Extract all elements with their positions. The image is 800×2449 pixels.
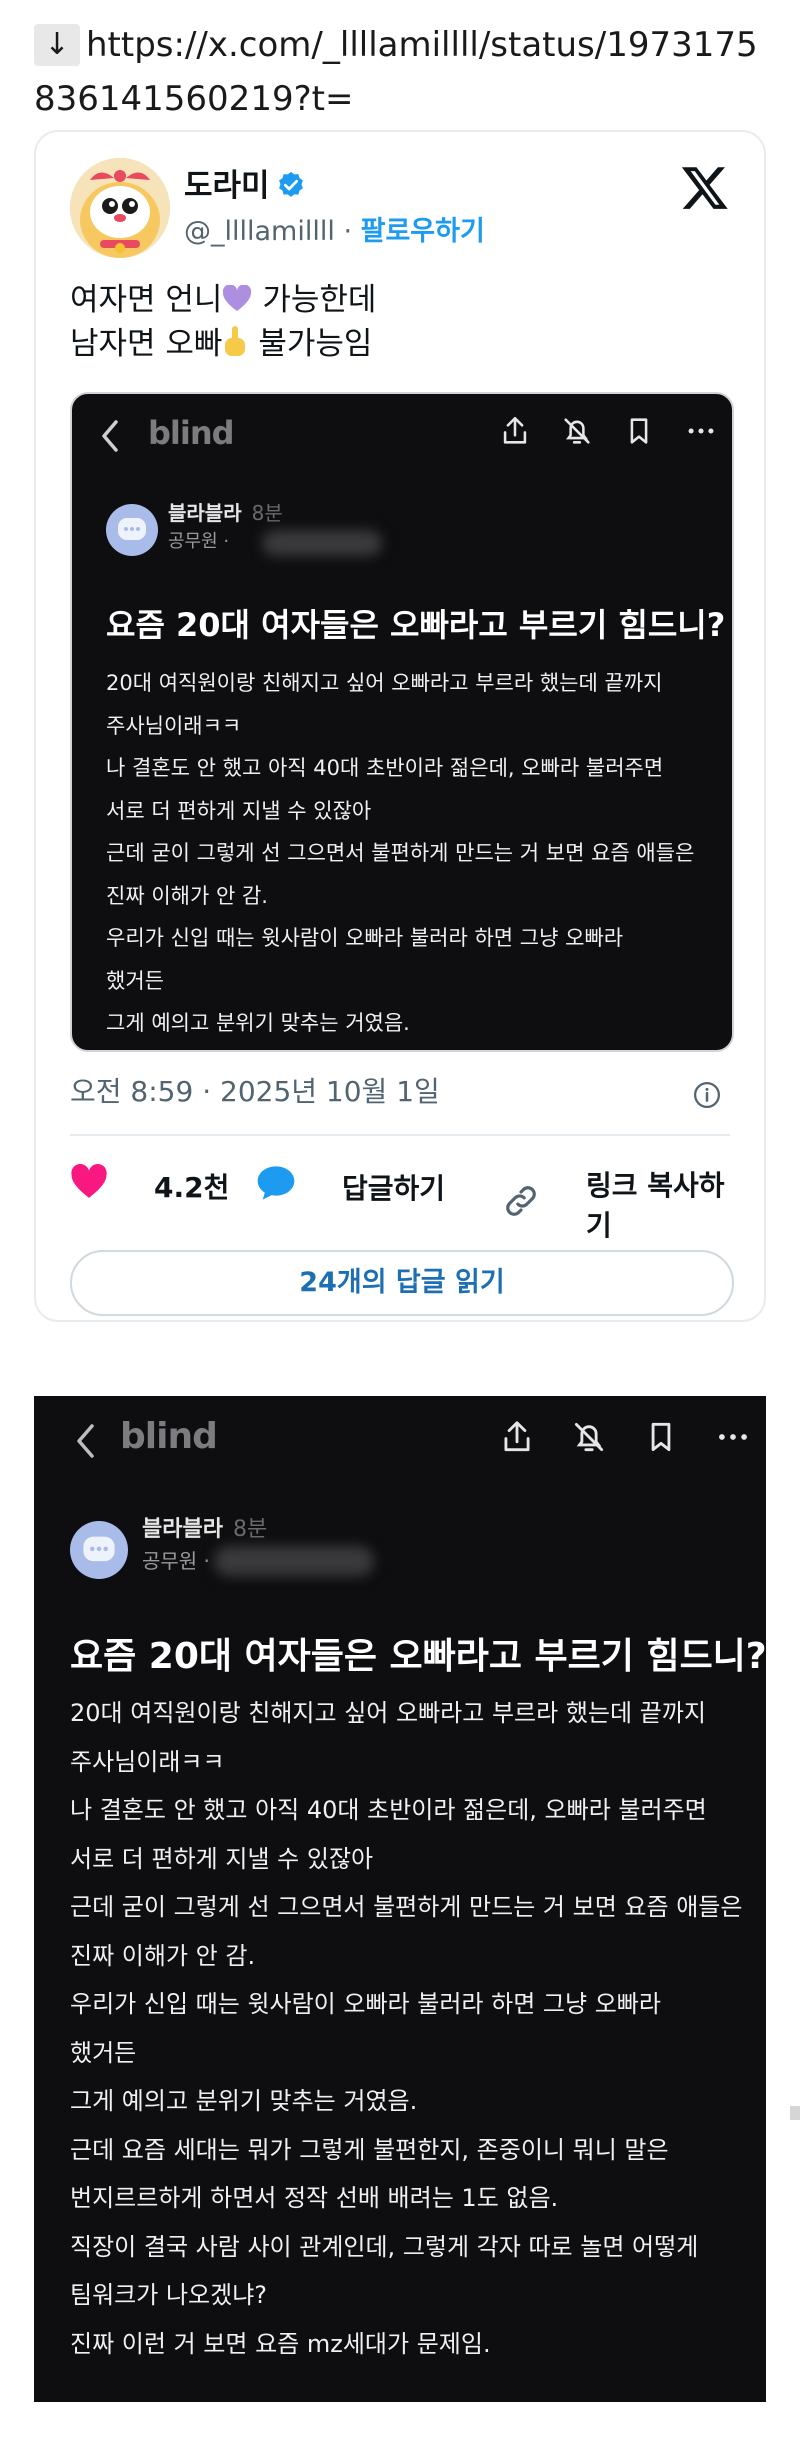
info-icon[interactable] xyxy=(692,1080,722,1110)
blind-toolbar xyxy=(470,414,718,448)
blind-screenshot[interactable]: blind 블라블라 8분 공무원 · 요즘 20대 여자들은 오빠라고 부르기 … xyxy=(34,1396,766,2402)
author-handle-row: @_llllamillll · 팔로우하기 xyxy=(184,214,485,250)
blind-post-line: 진짜 이런 거 보면 요즘 mz세대가 문제임. xyxy=(70,2329,491,2358)
blind-logo: blind xyxy=(148,414,235,452)
blind-post-time: 8분 xyxy=(251,501,283,525)
tweet-text-segment: 불가능임 xyxy=(248,326,373,362)
reply-button[interactable]: 답글하기 xyxy=(256,1164,445,1209)
url-line: ↓ https://x.com/_llllamillll/status/19731… xyxy=(34,18,774,126)
blind-post-line: 나 결혼도 안 했고 아직 40대 초반이라 젊은데, 오빠라 불러주면 xyxy=(70,1796,707,1824)
blind-post-time: 8분 xyxy=(232,1517,268,1542)
blind-post-line: 서로 더 편하게 지낼 수 있잖아 xyxy=(106,798,372,823)
handle-separator: · xyxy=(334,216,361,247)
blind-post-line: 그게 예의고 분위기 맞추는 거였음. xyxy=(106,1011,410,1035)
tweet-text-line-2: 남자면 오빠 불가능임 xyxy=(70,322,376,366)
blind-author: 블라블라 8분 xyxy=(142,1516,267,1544)
blind-post-line: 근데 굳이 그렇게 선 그으면서 불편하게 만드는 거 보면 요즘 애들은 xyxy=(106,841,695,865)
scroll-marker xyxy=(790,2106,800,2120)
blind-post-line: 20대 여직원이랑 친해지고 싶어 오빠라고 부르라 했는데 끝까지 xyxy=(70,1699,706,1727)
blind-post-title: 요즘 20대 여자들은 오빠라고 부르기 힘드니? xyxy=(106,606,726,644)
bell-off-icon xyxy=(570,1418,608,1456)
middle-finger-icon xyxy=(222,325,248,359)
copy-link-button[interactable]: 링크 복사하기 xyxy=(502,1164,734,1244)
tweet-actions: 4.2천 답글하기 링크 복사하기 xyxy=(70,1163,734,1242)
tweet-text-segment: 남자면 오빠 xyxy=(70,326,223,362)
blind-post-line: 주사님이래ㅋㅋ xyxy=(70,1747,225,1776)
tweet-text-segment: 여자면 언니 xyxy=(70,282,223,318)
blind-post-line: 나 결혼도 안 했고 아직 40대 초반이라 젊은데, 오빠라 불러주면 xyxy=(106,756,664,780)
blind-avatar xyxy=(106,504,158,556)
like-button[interactable]: 4.2천 xyxy=(70,1163,230,1207)
purple-heart-icon xyxy=(222,281,252,311)
divider xyxy=(70,1134,730,1136)
blind-post-line: 우리가 신입 때는 윗사람이 오빠라 불러라 하면 그냥 오빠라 xyxy=(70,1990,661,2018)
tweet-timestamp[interactable]: 오전 8:59 · 2025년 10월 1일 xyxy=(70,1072,440,1112)
blind-post-line: 했거든 xyxy=(70,2038,137,2067)
speech-bubble-icon xyxy=(256,1164,320,1209)
share-icon xyxy=(498,414,532,448)
blind-post-line: 주사님이래ㅋㅋ xyxy=(106,713,242,738)
tweet-text-segment: 가능한데 xyxy=(252,282,377,318)
more-icon xyxy=(714,1418,752,1456)
blind-post-line: 했거든 xyxy=(106,968,164,993)
back-icon xyxy=(72,1420,98,1462)
blind-post-line: 20대 여직원이랑 친해지고 싶어 오빠라고 부르라 했는데 끝까지 xyxy=(106,671,663,695)
verified-badge-icon xyxy=(276,170,306,210)
like-count: 4.2천 xyxy=(154,1170,230,1204)
back-icon xyxy=(98,416,122,456)
blind-post-line: 서로 더 편하게 지낼 수 있잖아 xyxy=(70,1844,374,1873)
avatar[interactable] xyxy=(70,158,170,258)
bookmark-icon xyxy=(622,414,656,448)
heart-icon xyxy=(70,1163,132,1207)
copy-link-label: 링크 복사하기 xyxy=(586,1169,725,1242)
blind-post-line: 팀워크가 나오겠냐? xyxy=(70,2281,268,2309)
blind-avatar xyxy=(70,1521,128,1579)
tweet-card: 도라미 @_llllamillll · 팔로우하기 여자면 언니 가능한데 남자… xyxy=(34,130,766,1322)
blind-post-line: 근데 굳이 그렇게 선 그으면서 불편하게 만드는 거 보면 요즘 애들은 xyxy=(70,1893,743,1921)
blind-author-name: 블라블라 xyxy=(168,501,242,525)
x-logo-icon[interactable] xyxy=(680,162,730,212)
embedded-blind-screenshot[interactable]: blind 블라블라 8분 공무원 · 요즘 20대 여자들은 오빠라고 부르기 … xyxy=(70,392,734,1052)
blind-post-title: 요즘 20대 여자들은 오빠라고 부르기 힘드니? xyxy=(70,1636,766,1677)
read-replies-button[interactable]: 24개의 답글 읽기 xyxy=(70,1250,734,1316)
bookmark-icon xyxy=(642,1418,680,1456)
arrow-down-icon: ↓ xyxy=(34,24,80,66)
author-name[interactable]: 도라미 xyxy=(184,166,306,210)
blind-post-line: 진짜 이해가 안 감. xyxy=(106,883,268,908)
blind-post-line: 직장이 결국 사람 사이 관계인데, 그렇게 각자 따로 놀면 어떻게 xyxy=(70,2232,699,2261)
tweet-url[interactable]: https://x.com/_llllamillll/status/197317… xyxy=(34,25,758,119)
blind-author: 블라블라 8분 xyxy=(168,500,283,526)
share-icon xyxy=(498,1418,536,1456)
blind-toolbar xyxy=(464,1418,752,1456)
blind-company: 공무원 · xyxy=(142,1549,210,1573)
tweet-text-line-1: 여자면 언니 가능한데 xyxy=(70,278,376,322)
blind-post-line: 진짜 이해가 안 감. xyxy=(70,1941,256,1970)
more-icon xyxy=(684,414,718,448)
blind-company: 공무원 · xyxy=(168,531,230,552)
author-name-text: 도라미 xyxy=(184,168,270,204)
tweet-text: 여자면 언니 가능한데 남자면 오빠 불가능임 xyxy=(70,278,376,366)
blind-post-line: 번지르르하게 하면서 정작 선배 배려는 1도 없음. xyxy=(70,2184,559,2212)
blurred-text xyxy=(214,1546,374,1576)
link-icon xyxy=(502,1182,564,1227)
blind-post-line: 그게 예의고 분위기 맞추는 거였음. xyxy=(70,2087,418,2115)
blurred-text xyxy=(262,530,382,556)
blind-logo: blind xyxy=(120,1416,218,1457)
blind-post-line: 근데 요즘 세대는 뭐가 그렇게 불편한지, 존중이니 뭐니 말은 xyxy=(70,2135,669,2164)
bell-off-icon xyxy=(560,414,594,448)
follow-button[interactable]: 팔로우하기 xyxy=(361,216,485,247)
author-handle[interactable]: @_llllamillll xyxy=(184,216,335,247)
blind-author-name: 블라블라 xyxy=(142,1517,223,1542)
reply-label: 답글하기 xyxy=(342,1171,446,1205)
blind-post-line: 우리가 신입 때는 윗사람이 오빠라 불러라 하면 그냥 오빠라 xyxy=(106,926,624,950)
